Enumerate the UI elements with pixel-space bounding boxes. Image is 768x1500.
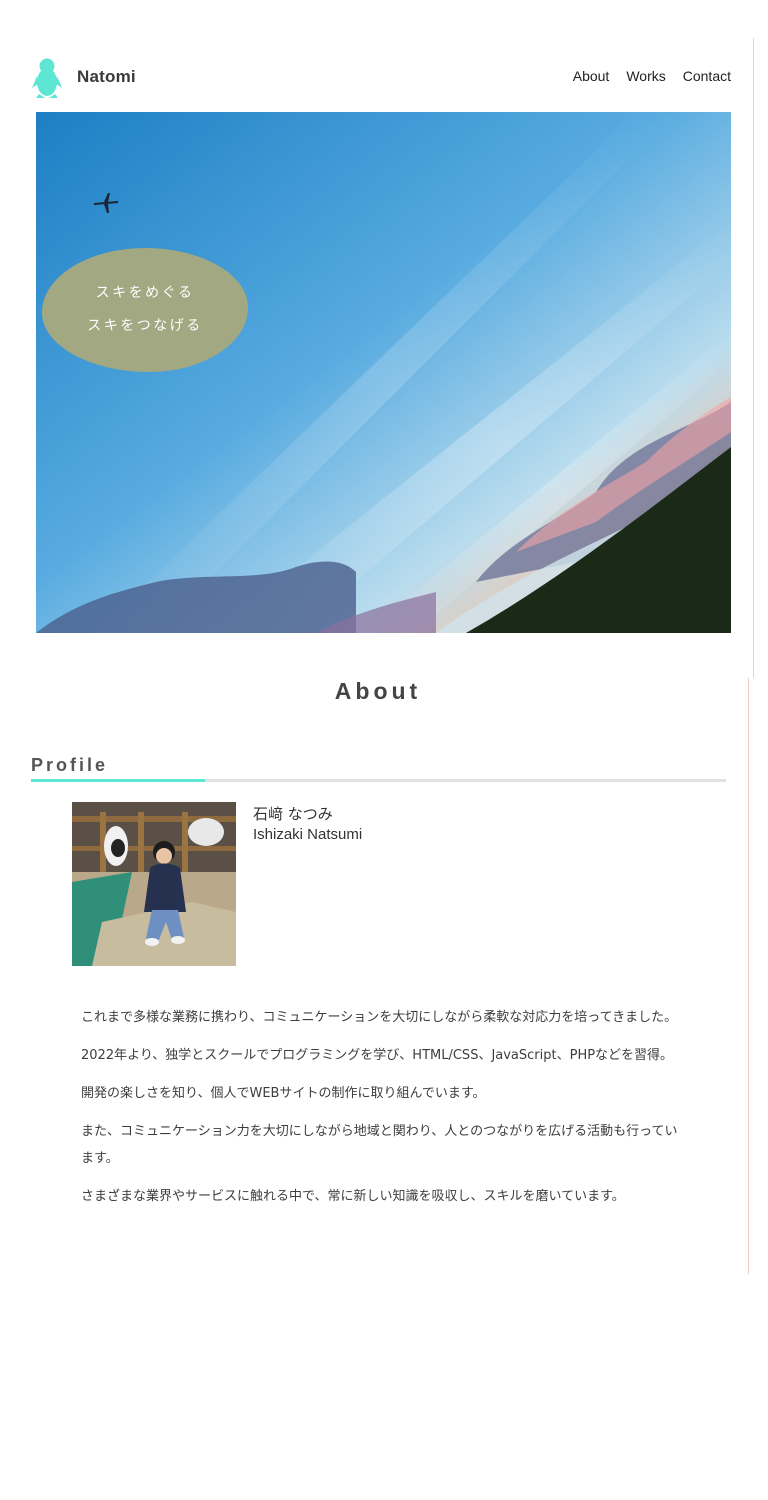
section-divider-accent	[31, 779, 205, 782]
airplane-icon	[94, 193, 118, 213]
nav-about[interactable]: About	[573, 68, 610, 84]
section-divider	[31, 779, 726, 782]
bio-paragraph: これまで多様な業務に携わり、コミュニケーションを大切にしながら柔軟な対応力を培っ…	[81, 1010, 678, 1025]
page-edge-line	[748, 678, 749, 1274]
page-edge-line	[753, 38, 754, 678]
profile-photo-image	[72, 802, 236, 966]
hero-image: スキをめぐる スキをつなげる	[36, 112, 731, 633]
profile-heading: Profile	[31, 755, 109, 775]
tagline-bubble: スキをめぐる スキをつなげる	[42, 248, 248, 372]
profile-photo	[72, 802, 236, 966]
profile-bio: これまで多様な業務に携わり、コミュニケーションを大切にしながら柔軟な対応力を培っ…	[81, 1004, 681, 1221]
main-nav: About Works Contact	[573, 68, 731, 84]
sky-photo	[36, 112, 731, 633]
nav-contact[interactable]: Contact	[683, 68, 731, 84]
bio-paragraph: さまざまな業界やサービスに触れる中で、常に新しい知識を吸収し、スキルを磨いていま…	[81, 1189, 625, 1204]
site-header: Natomi About Works Contact	[0, 0, 768, 112]
tagline-line-1: スキをめぐる	[95, 285, 195, 301]
site-logo[interactable]: Natomi	[32, 56, 136, 98]
profile-name-jp: 石﨑 なつみ	[253, 805, 333, 823]
tagline-line-2: スキをつなげる	[87, 318, 203, 334]
profile-name-en: Ishizaki Natsumi	[253, 826, 363, 843]
bio-paragraph: また、コミュニケーション力を大切にしながら地域と関わり、人とのつながりを広げる活…	[81, 1124, 678, 1166]
bio-paragraph: 開発の楽しさを知り、個人でWEBサイトの制作に取り組んでいます。	[81, 1086, 486, 1101]
about-title: About	[334, 678, 422, 704]
nav-works[interactable]: Works	[626, 68, 665, 84]
brand-name[interactable]: Natomi	[77, 67, 136, 87]
bio-paragraph: 2022年より、独学とスクールでプログラミングを学び、HTML/CSS、Java…	[81, 1048, 674, 1063]
penguin-icon	[32, 58, 62, 98]
